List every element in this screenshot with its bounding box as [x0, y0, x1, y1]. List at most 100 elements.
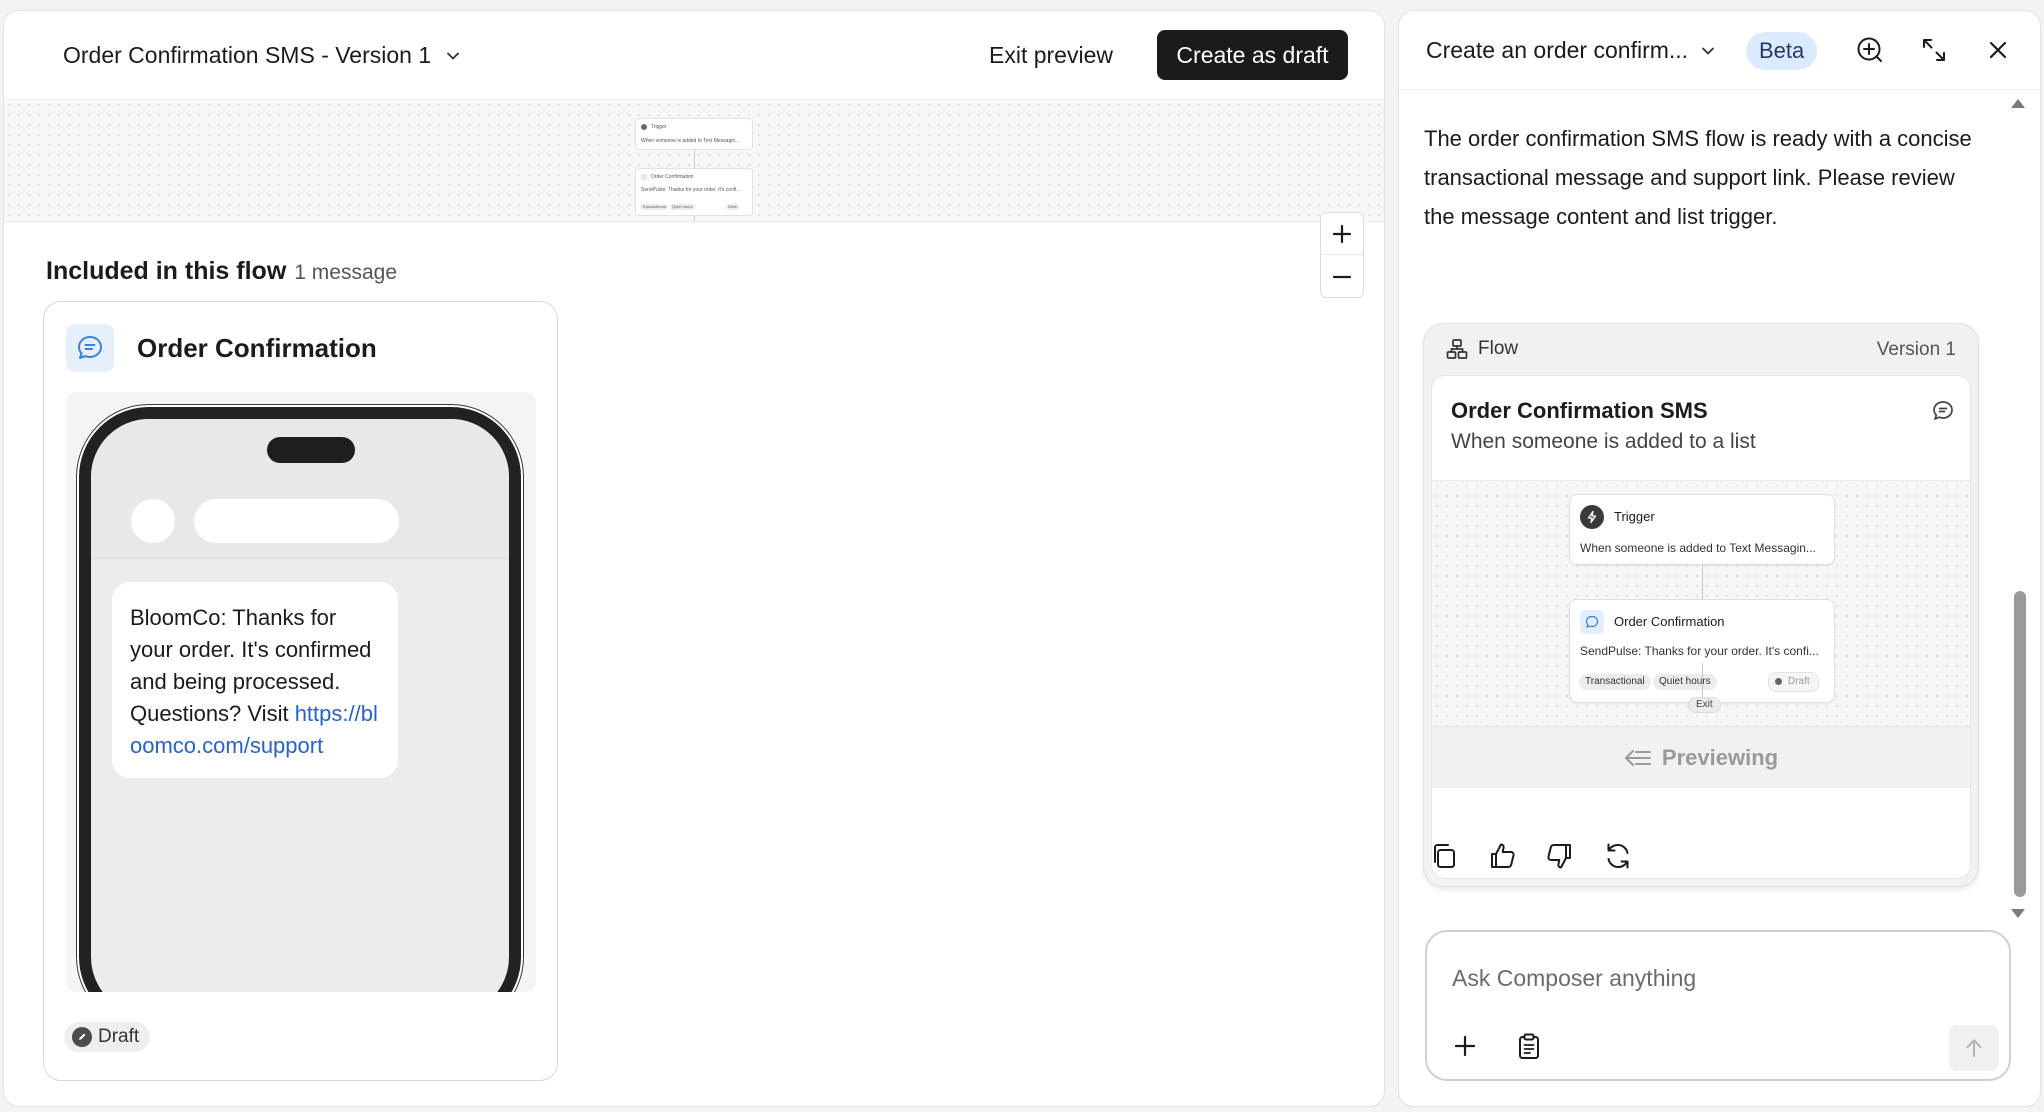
- zoom-in-button[interactable]: [1321, 213, 1363, 255]
- mini-message-desc: SendPulse: Thanks for your order. It's c…: [641, 187, 741, 193]
- flow-version: Version 1: [1876, 339, 1956, 360]
- flow-label: Flow: [1446, 338, 1518, 360]
- chip-quiet-hours: Quiet hours: [1653, 674, 1717, 690]
- close-button[interactable]: [1981, 33, 2015, 67]
- clipboard-button[interactable]: [1511, 1028, 1547, 1064]
- flow-label-text: Flow: [1478, 338, 1519, 359]
- send-button[interactable]: [1949, 1025, 1999, 1071]
- thumbs-up-button[interactable]: [1482, 836, 1522, 876]
- message-node-desc: SendPulse: Thanks for your order. It's c…: [1580, 644, 1819, 658]
- node-status-label: Draft: [1788, 676, 1810, 687]
- previewing-status: Previewing: [1432, 726, 1970, 788]
- flow-card[interactable]: Flow Version 1 Order Confirmation SMS Wh…: [1423, 323, 1979, 887]
- contact-name-placeholder: [194, 499, 399, 543]
- exit-preview-button[interactable]: Exit preview: [989, 42, 1113, 69]
- add-attachment-button[interactable]: [1447, 1028, 1483, 1064]
- composer-header: Create an order confirm... Beta: [1399, 11, 2040, 90]
- sms-bubble: BloomCo: Thanks for your order. It's con…: [112, 582, 398, 778]
- message-actions: [1424, 836, 1638, 876]
- beta-badge: Beta: [1746, 32, 1818, 70]
- preview-header: Order Confirmation SMS - Version 1 Exit …: [4, 11, 1384, 100]
- plus-icon: [1454, 1035, 1476, 1057]
- status-dot: [1775, 677, 1782, 685]
- flow-hierarchy-icon: [1446, 339, 1468, 359]
- mini-chip-transactional: Transactional: [640, 204, 668, 210]
- expand-button[interactable]: [1917, 33, 1951, 67]
- scroll-up-arrow[interactable]: [2011, 99, 2025, 108]
- scrollbar-thumb[interactable]: [2014, 591, 2026, 897]
- mini-chip-quiet-hours: Quiet hours: [670, 204, 695, 210]
- add-circle-icon: [1857, 37, 1882, 62]
- chip-transactional: Transactional: [1579, 674, 1651, 690]
- copy-icon: [1434, 844, 1455, 868]
- scroll-down-arrow[interactable]: [2011, 909, 2025, 918]
- assistant-message: The order confirmation SMS flow is ready…: [1424, 126, 1972, 229]
- connector-line: [1702, 663, 1703, 697]
- chat-body: The order confirmation SMS flow is ready…: [1399, 91, 2040, 929]
- trigger-node[interactable]: Trigger When someone is added to Text Me…: [1569, 494, 1835, 565]
- previewing-label: Previewing: [1661, 744, 1779, 770]
- composer-panel: Create an order confirm... Beta The orde…: [1398, 10, 2041, 1107]
- expand-icon: [1923, 39, 1945, 61]
- message-card[interactable]: Order Confirmation BloomCo: Thanks for y…: [43, 301, 558, 1081]
- mini-trigger-icon: [641, 124, 647, 130]
- zoom-controls: [1320, 212, 1364, 298]
- phone-mockup: BloomCo: Thanks for your order. It's con…: [79, 407, 521, 992]
- trigger-node-title: Trigger: [1614, 509, 1655, 524]
- flow-title-text: Order Confirmation SMS - Version 1: [63, 42, 432, 68]
- lightning-icon: [1580, 505, 1604, 529]
- phone-preview: BloomCo: Thanks for your order. It's con…: [66, 392, 536, 992]
- mini-status-draft: Draft: [726, 204, 739, 210]
- mini-trigger-node[interactable]: Trigger When someone is added to Text Me…: [635, 118, 753, 150]
- message-count: 1 message: [294, 261, 398, 284]
- mini-message-label: Order Confirmation: [651, 174, 694, 180]
- previewing-icon: [1624, 749, 1651, 766]
- flow-canvas[interactable]: Trigger When someone is added to Text Me…: [4, 100, 1384, 298]
- mini-message-icon: [641, 174, 647, 180]
- mini-trigger-label: Trigger: [651, 124, 667, 130]
- flow-card-subtitle: When someone is added to a list: [1451, 430, 1756, 453]
- flow-card-header: Flow Version 1: [1424, 324, 1978, 374]
- plus-icon: [1332, 224, 1352, 243]
- copy-button[interactable]: [1424, 836, 1464, 876]
- node-status-badge: Draft: [1768, 672, 1819, 692]
- minus-icon: [1332, 275, 1352, 279]
- sms-message-icon: [1580, 610, 1604, 634]
- thumbs-up-icon: [1491, 843, 1515, 868]
- create-as-draft-button[interactable]: Create as draft: [1157, 30, 1348, 80]
- chat-title-selector[interactable]: Create an order confirm...: [1426, 37, 1718, 64]
- draft-pencil-icon: [72, 1027, 92, 1047]
- chevron-down-icon: [1702, 47, 1714, 54]
- included-heading: Included in this flow 1 message: [46, 257, 397, 286]
- phone-notch: [267, 437, 355, 463]
- thumbs-down-button[interactable]: [1540, 836, 1580, 876]
- trigger-node-desc: When someone is added to Text Messagin..…: [1580, 541, 1816, 555]
- message-node-title: Order Confirmation: [1614, 614, 1725, 629]
- connector-line: [1702, 565, 1703, 599]
- new-chat-button[interactable]: [1853, 33, 1887, 67]
- sms-message-icon: [1930, 398, 1956, 424]
- status-badge-label: Draft: [98, 1026, 140, 1047]
- contact-avatar-placeholder: [131, 499, 175, 543]
- composer-box: [1425, 930, 2011, 1081]
- exit-node: Exit: [1688, 697, 1721, 713]
- flow-diagram-canvas[interactable]: Trigger When someone is added to Text Me…: [1432, 480, 1970, 726]
- arrow-up-icon: [1966, 1039, 1982, 1057]
- mini-connector: [694, 216, 695, 222]
- message-title: Order Confirmation: [137, 333, 377, 363]
- flow-preview-panel: Order Confirmation SMS - Version 1 Exit …: [3, 10, 1385, 1107]
- status-badge: Draft: [64, 1022, 151, 1052]
- included-title: Included in this flow: [46, 257, 287, 285]
- thumbs-down-icon: [1547, 844, 1571, 869]
- mini-message-node[interactable]: Order Confirmation SendPulse: Thanks for…: [635, 168, 753, 216]
- sms-message-icon: [66, 324, 114, 372]
- flow-version-selector[interactable]: Order Confirmation SMS - Version 1: [63, 42, 463, 69]
- flow-card-title: Order Confirmation SMS: [1451, 398, 1708, 423]
- regenerate-button[interactable]: [1598, 836, 1638, 876]
- mini-trigger-desc: When someone is added to Text Messagin..…: [641, 138, 740, 144]
- mini-connector: [694, 150, 695, 168]
- refresh-icon: [1607, 843, 1629, 869]
- chat-title-text: Create an order confirm...: [1426, 37, 1689, 63]
- zoom-out-button[interactable]: [1321, 256, 1363, 298]
- composer-input[interactable]: [1452, 960, 1972, 996]
